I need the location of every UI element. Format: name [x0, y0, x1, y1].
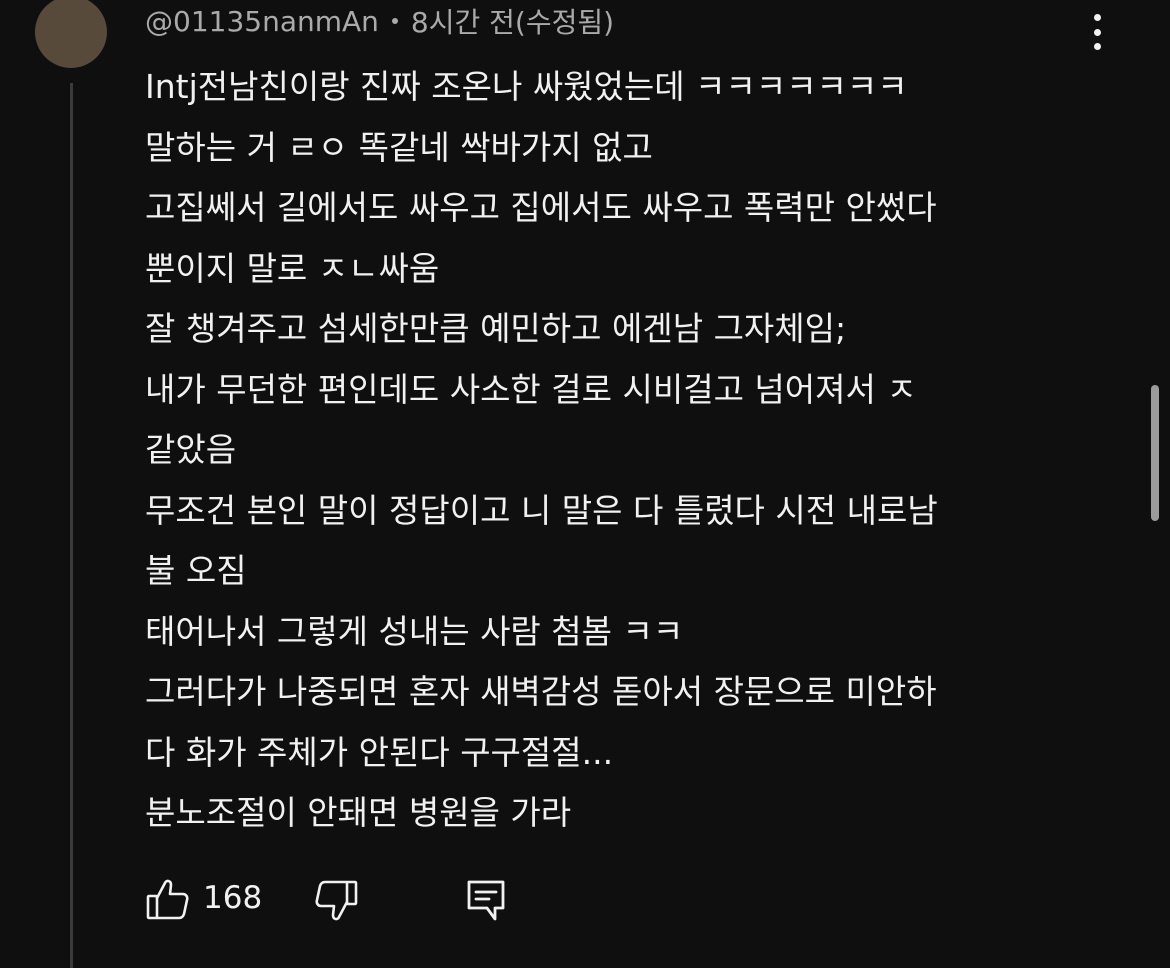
comment-line: 뿐이지 말로 ㅈㄴ싸움 [145, 248, 440, 288]
like-count: 168 [203, 880, 263, 916]
thumbs-down-icon [315, 880, 358, 921]
thumbs-up-icon [146, 879, 189, 920]
author-name[interactable]: @01135nanmAn [145, 5, 379, 38]
comment-line: 같았음 [145, 430, 237, 469]
comment-line: 분노조절이 안돼면 병원을 가라 [145, 793, 572, 832]
comment-line: 고집쎄서 길에서도 싸우고 집에서도 싸우고 폭력만 안썼다 [145, 188, 937, 227]
comment-line: 다 화가 주체가 안된다 구구절절... [145, 732, 614, 772]
avatar[interactable] [35, 0, 107, 68]
comment-text: Intj전남친이랑 진짜 조온나 싸웠었는데 ㅋㅋㅋㅋㅋㅋㅋ 말하는 거 ㄹㅇ … [145, 57, 1105, 844]
timestamp[interactable]: 8시간 전(수정됨) [411, 1, 614, 41]
separator-dot [391, 18, 398, 24]
comment-line: 그러다가 나중되면 혼자 새벽감성 돋아서 장문으로 미안하 [145, 672, 937, 711]
comment-line: 무조건 본인 말이 정답이고 니 말은 다 틀렸다 시전 내로남 [145, 490, 938, 530]
dislike-button[interactable] [313, 878, 359, 924]
comment-header: @01135nanmAn 8시간 전(수정됨) [145, 2, 614, 40]
comment-line: 잘 챙겨주고 섬세한만큼 예민하고 에겐남 그자체임; [145, 309, 847, 348]
comment-line: Intj전남친이랑 진짜 조온나 싸웠었는데 ㅋㅋㅋㅋㅋㅋㅋ [145, 67, 908, 106]
thread-line [70, 83, 73, 968]
comment-line: 말하는 거 ㄹㅇ 똑같네 싹바가지 없고 [145, 127, 653, 167]
comment-line: 불 오짐 [145, 551, 247, 590]
comment-line: 태어나서 그렇게 성내는 사람 첨봄 ㅋㅋ [145, 611, 684, 651]
like-button[interactable] [145, 876, 191, 922]
comment-line: 내가 무던한 편인데도 사소한 걸로 시비걸고 넘어져서 ㅈ [145, 369, 917, 409]
more-vertical-icon[interactable] [1080, 12, 1114, 52]
comment-reply-icon [467, 880, 505, 921]
scrollbar-thumb[interactable] [1151, 385, 1159, 521]
reply-button[interactable] [465, 878, 507, 924]
